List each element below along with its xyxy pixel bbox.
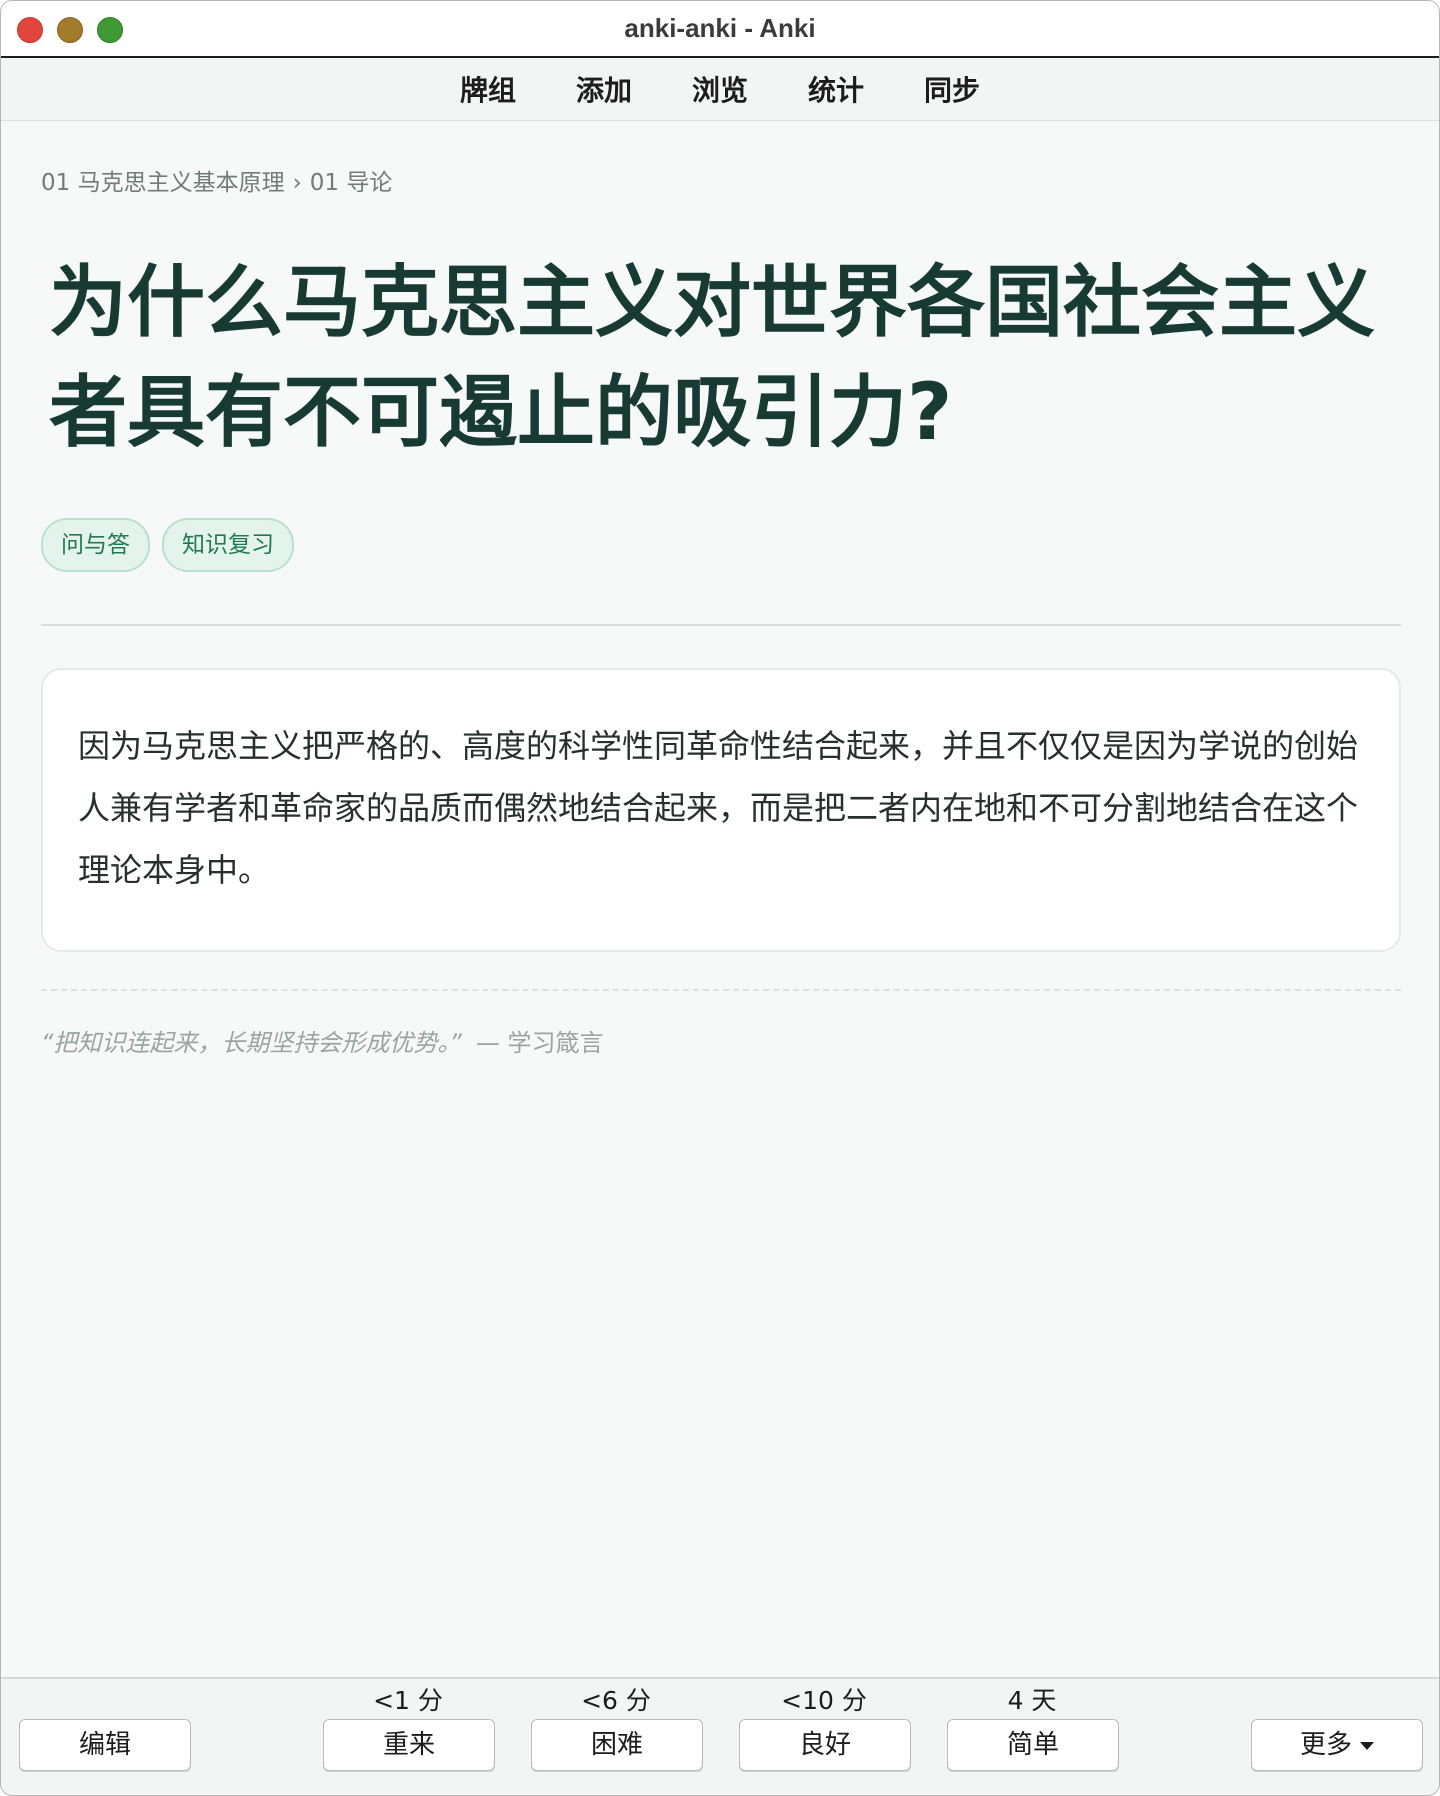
- toolbar-stats[interactable]: 统计: [778, 69, 894, 109]
- breadcrumb-subdeck: 01 导论: [309, 170, 393, 196]
- good-interval: <10 分: [781, 1686, 867, 1715]
- title-bar: anki-anki - Anki: [1, 1, 1439, 58]
- edit-button[interactable]: 编辑: [19, 1719, 191, 1771]
- again-interval: <1 分: [373, 1686, 443, 1715]
- quote-source: — 学习箴言: [475, 1029, 604, 1057]
- window-title: anki-anki - Anki: [624, 13, 816, 43]
- answer-card: 因为马克思主义把严格的、高度的科学性同革命性结合起来，并且不仅仅是因为学说的创始…: [41, 668, 1401, 952]
- breadcrumb-deck: 01 马克思主义基本原理: [41, 170, 285, 196]
- toolbar-sync[interactable]: 同步: [894, 69, 1010, 109]
- card-tags: 问与答 知识复习: [41, 518, 294, 572]
- main-toolbar: 牌组 添加 浏览 统计 同步: [1, 58, 1439, 121]
- toolbar-browse[interactable]: 浏览: [662, 69, 778, 109]
- good-button[interactable]: 良好: [739, 1719, 911, 1771]
- more-button[interactable]: 更多: [1251, 1719, 1423, 1771]
- question-divider: [41, 624, 1401, 626]
- review-bottom-bar: 编辑 <1 分 重来 <6 分 困难 <10 分 良好 4 天 简单 更多: [1, 1677, 1439, 1795]
- tag-chip: 问与答: [41, 518, 150, 572]
- anki-window: anki-anki - Anki 牌组 添加 浏览 统计 同步 01 马克思主义…: [0, 0, 1440, 1796]
- toolbar-decks[interactable]: 牌组: [430, 69, 546, 109]
- dropdown-caret-icon: [1360, 1741, 1374, 1750]
- easy-button[interactable]: 简单: [947, 1719, 1119, 1771]
- toolbar-add[interactable]: 添加: [546, 69, 662, 109]
- motto-quote: “把知识连起来，长期坚持会形成优势。” — 学习箴言: [41, 1023, 604, 1058]
- tag-chip: 知识复习: [162, 518, 294, 572]
- more-label: 更多: [1299, 1730, 1352, 1760]
- easy-interval: 4 天: [1007, 1686, 1057, 1715]
- hard-button[interactable]: 困难: [531, 1719, 703, 1771]
- breadcrumb-separator: ›: [292, 170, 302, 196]
- card-answer: 因为马克思主义把严格的、高度的科学性同革命性结合起来，并且不仅仅是因为学说的创始…: [78, 727, 1359, 889]
- quote-text: “把知识连起来，长期坚持会形成优势。”: [41, 1029, 462, 1057]
- breadcrumb: 01 马克思主义基本原理 › 01 导论: [41, 163, 392, 197]
- quote-divider: [41, 989, 1401, 991]
- card-question: 为什么马克思主义对世界各国社会主义者具有不可遏止的吸引力?: [49, 258, 1376, 458]
- again-button[interactable]: 重来: [323, 1719, 495, 1771]
- hard-interval: <6 分: [581, 1686, 651, 1715]
